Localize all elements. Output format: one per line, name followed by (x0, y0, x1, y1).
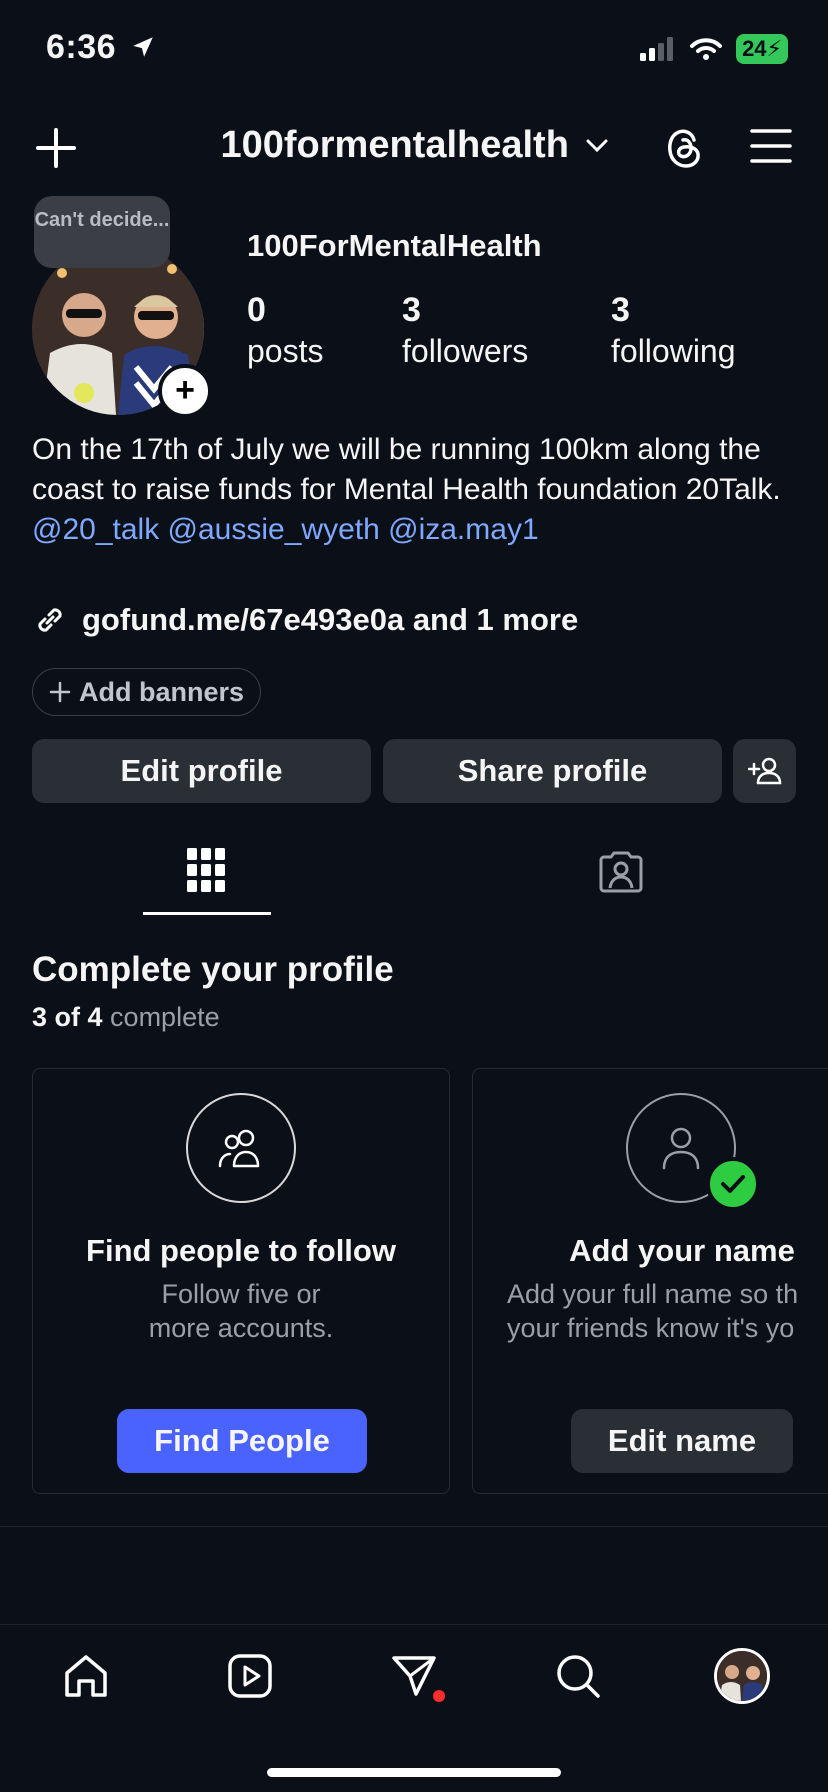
note-bubble[interactable]: Can't decide... (34, 196, 170, 268)
find-people-button[interactable]: Find People (117, 1409, 367, 1473)
nav-home[interactable] (62, 1652, 110, 1700)
following-count: 3 (611, 291, 630, 329)
tab-grid[interactable] (186, 848, 226, 892)
add-name-card: Add your name Add your full name so th y… (472, 1068, 828, 1494)
note-text: Can't decide... (34, 209, 170, 231)
find-people-label: Find People (154, 1423, 330, 1458)
link-text: gofund.me/67e493e0a and 1 more (82, 602, 579, 637)
location-arrow-icon (133, 37, 153, 57)
grid-icon (187, 848, 225, 892)
followers-label: followers (402, 333, 529, 369)
status-time: 6:36 (46, 28, 156, 67)
notification-dot (433, 1690, 445, 1702)
nav-messages[interactable] (390, 1652, 438, 1700)
time-text: 6:36 (46, 28, 117, 66)
plus-icon (49, 681, 71, 703)
search-icon (557, 1655, 600, 1698)
progress-count: 3 of 4 (32, 1002, 103, 1032)
complete-profile-progress: 3 of 4 complete (32, 1002, 220, 1033)
following-stat[interactable]: 3 following (611, 290, 736, 372)
status-icons: 24⚡ (640, 34, 788, 64)
edit-profile-button[interactable]: Edit profile (32, 739, 371, 803)
card-subtitle-line: more accounts. (148, 1313, 334, 1343)
add-banners-button[interactable]: Add banners (32, 668, 262, 716)
charging-bolt-icon: ⚡ (766, 36, 782, 61)
add-banners-label: Add banners (79, 676, 245, 707)
avatar-thumbnail (717, 1651, 767, 1701)
followers-stat[interactable]: 3 followers (402, 290, 528, 372)
posts-stat[interactable]: 0 posts (247, 290, 323, 372)
wifi-icon (690, 38, 723, 60)
mention-link[interactable]: @20_talk (32, 513, 159, 546)
reels-icon (228, 1654, 272, 1698)
bio-text: On the 17th of July we will be running 1… (32, 433, 781, 506)
edit-name-label: Edit name (607, 1423, 757, 1458)
edit-profile-label: Edit profile (120, 753, 283, 788)
section-divider (0, 1526, 828, 1527)
active-tab-indicator (143, 912, 271, 915)
find-people-card: Find people to follow Follow five or mor… (32, 1068, 450, 1494)
direct-send-icon (392, 1656, 436, 1696)
discover-people-button[interactable] (733, 739, 796, 803)
nav-search[interactable] (554, 1652, 602, 1700)
mention-link[interactable]: @iza.may1 (388, 513, 539, 546)
home-indicator (267, 1768, 561, 1777)
mention-link[interactable]: @aussie_wyeth (168, 513, 380, 546)
edit-name-button[interactable]: Edit name (571, 1409, 793, 1473)
share-profile-button[interactable]: Share profile (383, 739, 722, 803)
posts-label: posts (247, 333, 324, 369)
card-subtitle: Add your full name so th your friends kn… (507, 1277, 828, 1345)
nav-divider (0, 1624, 828, 1625)
card-subtitle-line: your friends know it's yo (507, 1313, 795, 1343)
cellular-signal-icon (640, 37, 674, 61)
battery-indicator: 24⚡ (736, 34, 788, 64)
card-title: Add your name (569, 1233, 795, 1268)
link-icon (38, 608, 62, 632)
external-link-row[interactable]: gofund.me/67e493e0a and 1 more (32, 602, 578, 638)
share-profile-label: Share profile (457, 753, 648, 788)
home-icon (65, 1655, 107, 1697)
checkmark-icon (706, 1157, 760, 1211)
following-label: following (611, 333, 736, 369)
username-title: 100formentalhealth (220, 124, 569, 166)
card-subtitle-line: Add your full name so th (507, 1279, 799, 1309)
complete-profile-title: Complete your profile (32, 950, 394, 989)
chevron-down-icon (586, 139, 607, 153)
display-name: 100ForMentalHealth (247, 228, 542, 263)
progress-label: complete (110, 1002, 220, 1032)
card-subtitle-line: Follow five or (161, 1279, 321, 1309)
people-icon (186, 1093, 296, 1203)
add-person-icon (747, 757, 781, 785)
add-story-plus-icon[interactable]: + (158, 364, 212, 418)
nav-reels[interactable] (226, 1652, 274, 1700)
tab-tagged[interactable] (598, 848, 644, 894)
card-subtitle: Follow five or more accounts. (33, 1277, 449, 1345)
followers-count: 3 (402, 291, 421, 329)
nav-profile-avatar[interactable] (714, 1648, 770, 1704)
card-title: Find people to follow (86, 1233, 396, 1268)
battery-level: 24 (742, 36, 767, 61)
menu-hamburger-icon[interactable] (750, 126, 792, 166)
posts-count: 0 (247, 291, 266, 329)
threads-icon[interactable] (662, 124, 706, 172)
profile-bio: On the 17th of July we will be running 1… (32, 430, 792, 550)
tagged-person-icon (599, 851, 643, 893)
